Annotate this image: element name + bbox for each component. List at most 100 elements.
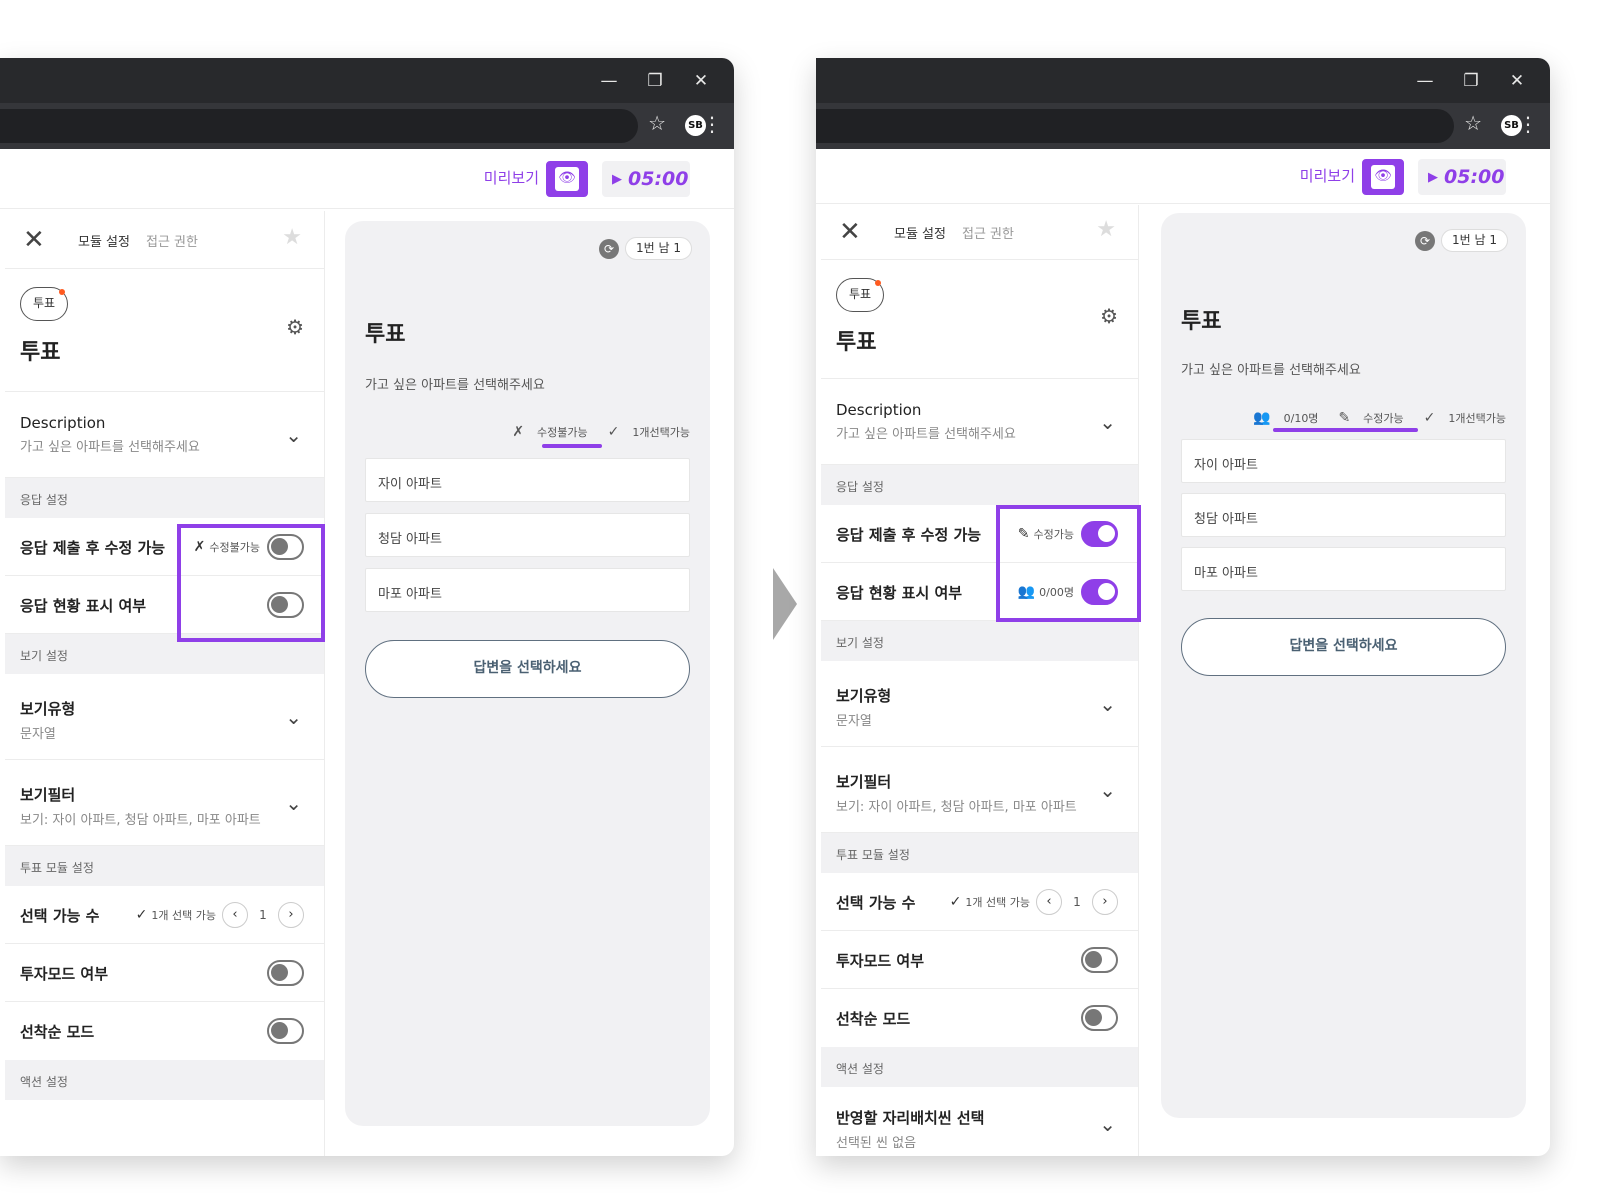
preview-label[interactable]: 미리보기 — [1300, 165, 1355, 186]
view-filter-value: 보기: 자이 아파트, 청담 아파트, 마포 아파트 — [20, 813, 261, 828]
browser-menu-icon[interactable]: ⋮ — [1518, 112, 1538, 136]
timer-button[interactable]: ▶ 05:00 — [1418, 159, 1506, 195]
timer-value: 05:00 — [1444, 166, 1505, 188]
chevron-down-icon[interactable]: ⌄ — [1099, 410, 1116, 434]
vote-option[interactable]: 청담 아파트 — [365, 513, 690, 557]
first-come-toggle[interactable] — [1081, 1005, 1118, 1031]
window-controls: — ❐ ✕ — [586, 67, 724, 95]
close-window-icon[interactable]: ✕ — [678, 67, 724, 95]
tab-module-settings[interactable]: 모듈 설정 — [894, 223, 946, 242]
tab-access[interactable]: 접근 권한 — [146, 231, 198, 250]
favorite-star-icon[interactable]: ★ — [282, 225, 302, 250]
notification-dot — [59, 289, 65, 295]
select-answer-button[interactable]: 답변을 선택하세요 — [1181, 618, 1506, 676]
chevron-down-icon[interactable]: ⌄ — [1099, 1112, 1116, 1136]
edit-after-submit-toggle[interactable] — [267, 533, 304, 560]
restore-icon[interactable]: ❐ — [632, 67, 678, 95]
seat-scene-row[interactable]: 반영할 자리배치씬 선택 선택된 씬 없음 ⌄ — [821, 1087, 1138, 1156]
preview-button[interactable]: 👁 — [1362, 159, 1404, 195]
description-row[interactable]: Description 가고 싶은 아파트를 선택해주세요 ⌄ — [5, 392, 324, 478]
view-type-value: 문자열 — [20, 727, 56, 742]
minimize-icon[interactable]: — — [1402, 67, 1448, 95]
tab-module-settings[interactable]: 모듈 설정 — [78, 231, 130, 250]
tab-access[interactable]: 접근 권한 — [962, 223, 1014, 242]
view-filter-label: 보기필터 — [836, 773, 892, 791]
no-edit-icon: ✗ — [193, 538, 206, 555]
preview-button[interactable]: 👁 — [546, 161, 588, 197]
sync-icon[interactable]: ⟳ — [1415, 230, 1436, 251]
editable-badge: ✎ 수정가능 — [1018, 526, 1074, 542]
timer-value: 05:00 — [628, 168, 689, 190]
chevron-down-icon[interactable]: ⌄ — [1099, 778, 1116, 802]
minimize-icon[interactable]: — — [586, 67, 632, 95]
sync-icon[interactable]: ⟳ — [599, 238, 620, 259]
module-title: 투표 — [836, 330, 877, 355]
view-type-row[interactable]: 보기유형 문자열 ⌄ — [821, 661, 1138, 747]
view-filter-row[interactable]: 보기필터 보기: 자이 아파트, 청담 아파트, 마포 아파트 ⌄ — [821, 747, 1138, 833]
arrow-right-icon — [773, 568, 797, 640]
edit-after-submit-toggle[interactable] — [1081, 520, 1118, 547]
favorite-star-icon[interactable]: ★ — [1096, 217, 1116, 242]
settings-panel: ✕ 모듈 설정 접근 권한 ★ 투표 투표 ⚙ Description 가고 싶… — [5, 211, 325, 1156]
preview-edit-text: 수정가능 — [1363, 412, 1404, 425]
preview-badges: 👥 0/10명 ✎ 수정가능 ✓ 1개선택가능 — [1233, 410, 1506, 426]
toolbar: ☆ SB ⋮ — [0, 103, 734, 149]
close-icon[interactable]: ✕ — [23, 225, 45, 255]
chevron-down-icon[interactable]: ⌄ — [285, 705, 302, 729]
browser-menu-icon[interactable]: ⋮ — [702, 112, 722, 136]
show-status-toggle[interactable] — [1081, 578, 1118, 605]
restore-icon[interactable]: ❐ — [1448, 67, 1494, 95]
timer-button[interactable]: ▶ 05:00 — [602, 161, 690, 197]
view-filter-row[interactable]: 보기필터 보기: 자이 아파트, 청담 아파트, 마포 아파트 ⌄ — [5, 760, 324, 846]
notification-dot — [875, 280, 881, 286]
decrement-button[interactable]: ‹ — [1036, 888, 1062, 915]
description-value: 가고 싶은 아파트를 선택해주세요 — [20, 440, 200, 455]
vote-option[interactable]: 마포 아파트 — [365, 568, 690, 612]
show-status-row: 응답 현황 표시 여부 👥 0/00명 — [821, 563, 1138, 621]
close-icon[interactable]: ✕ — [839, 217, 861, 247]
bookmark-star-icon[interactable]: ☆ — [648, 111, 666, 135]
preview-select-badge: ✓ 1개선택가능 — [598, 424, 690, 440]
view-type-row[interactable]: 보기유형 문자열 ⌄ — [5, 674, 324, 760]
vote-option[interactable]: 자이 아파트 — [365, 458, 690, 502]
preview-description: 가고 싶은 아파트를 선택해주세요 — [365, 378, 545, 393]
gear-icon[interactable]: ⚙ — [286, 315, 304, 339]
close-window-icon[interactable]: ✕ — [1494, 67, 1540, 95]
preview-select-badge: ✓ 1개선택가능 — [1414, 410, 1506, 426]
invest-mode-toggle[interactable] — [1081, 946, 1118, 973]
section-vote: 투표 모듈 설정 — [5, 846, 324, 886]
show-status-toggle[interactable] — [267, 591, 304, 618]
preview-title: 투표 — [365, 322, 406, 347]
browser-chrome: — ❐ ✕ ☆ SB ⋮ — [0, 58, 734, 149]
preview-panel: ⟳ 1번 남 1 투표 가고 싶은 아파트를 선택해주세요 👥 0/10명 ✎ 수정가… — [1161, 213, 1526, 1118]
vote-option[interactable]: 자이 아파트 — [1181, 439, 1506, 483]
preview-label[interactable]: 미리보기 — [484, 167, 539, 188]
chevron-down-icon[interactable]: ⌄ — [1099, 692, 1116, 716]
decrement-button[interactable]: ‹ — [222, 901, 248, 928]
selectable-badge-text: 1개 선택 가능 — [965, 895, 1030, 909]
gear-icon[interactable]: ⚙ — [1100, 304, 1118, 328]
increment-button[interactable]: › — [278, 901, 304, 928]
stepper-value: 1 — [259, 907, 267, 922]
first-come-toggle[interactable] — [267, 1018, 304, 1044]
chevron-down-icon[interactable]: ⌄ — [285, 423, 302, 447]
page-info: 1번 남 1 — [1441, 229, 1508, 252]
section-view: 보기 설정 — [5, 634, 324, 674]
emphasis-underline — [542, 444, 602, 448]
chevron-down-icon[interactable]: ⌄ — [285, 791, 302, 815]
vote-option[interactable]: 청담 아파트 — [1181, 493, 1506, 537]
increment-button[interactable]: › — [1092, 888, 1118, 915]
module-chip-label: 투표 — [32, 296, 56, 310]
description-value: 가고 싶은 아파트를 선택해주세요 — [836, 427, 1016, 442]
bookmark-star-icon[interactable]: ☆ — [1464, 111, 1482, 135]
address-bar[interactable] — [816, 109, 1454, 143]
preview-count-badge: 👥 0/10명 — [1243, 410, 1318, 426]
vote-option[interactable]: 마포 아파트 — [1181, 547, 1506, 591]
toggle-knob — [1098, 524, 1115, 542]
address-bar[interactable] — [0, 109, 638, 143]
toggle-knob — [1085, 950, 1102, 968]
invest-mode-toggle[interactable] — [267, 959, 304, 986]
description-row[interactable]: Description 가고 싶은 아파트를 선택해주세요 ⌄ — [821, 379, 1138, 465]
page-badge: ⟳ 1번 남 1 — [1415, 229, 1508, 252]
select-answer-button[interactable]: 답변을 선택하세요 — [365, 640, 690, 698]
